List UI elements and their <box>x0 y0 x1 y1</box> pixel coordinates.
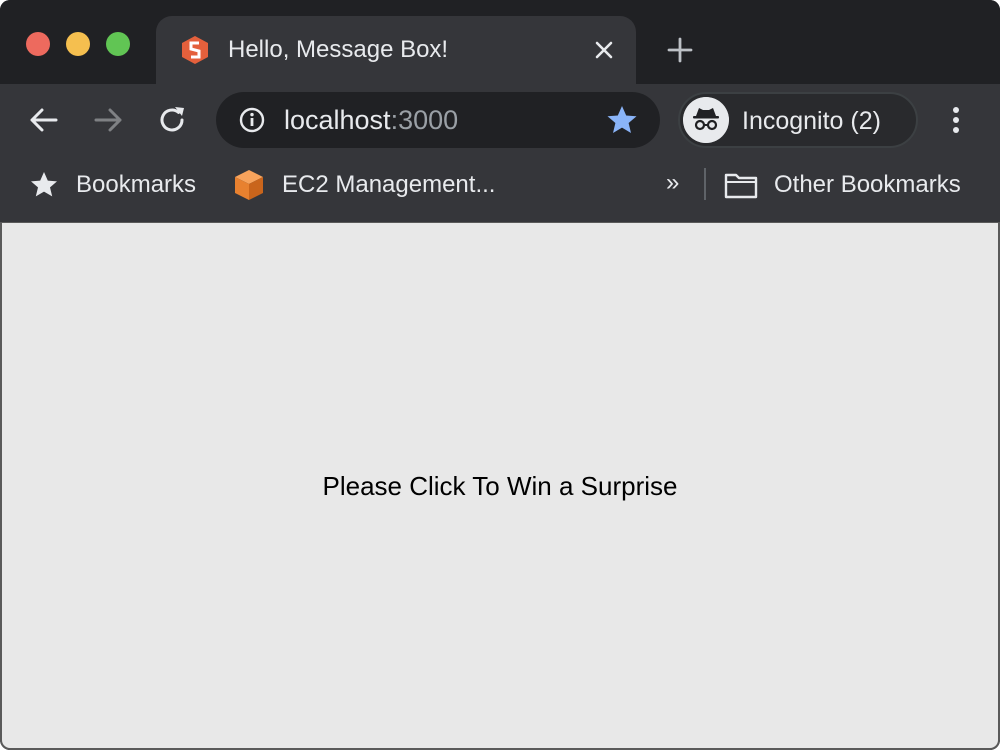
window-minimize-button[interactable] <box>66 32 90 56</box>
forward-arrow-icon[interactable] <box>90 102 126 138</box>
more-menu-icon[interactable] <box>944 102 968 138</box>
new-tab-icon[interactable] <box>666 36 694 64</box>
surprise-message[interactable]: Please Click To Win a Surprise <box>2 471 998 502</box>
close-tab-icon[interactable] <box>592 38 616 62</box>
reload-icon[interactable] <box>154 102 190 138</box>
star-icon <box>31 172 57 197</box>
browser-window: Hello, Message Box! localhost:3000 Incog… <box>0 0 1000 750</box>
tab-active[interactable]: Hello, Message Box! <box>156 16 636 84</box>
bookmark-star-icon[interactable] <box>606 104 638 136</box>
bookmarks-divider <box>704 168 706 200</box>
bookmark-item-ec2[interactable]: EC2 Management... <box>282 171 495 199</box>
incognito-icon <box>683 97 729 143</box>
info-icon[interactable] <box>238 106 266 134</box>
tab-strip: Hello, Message Box! <box>0 0 1000 84</box>
url-host: localhost <box>284 105 391 135</box>
tab-title: Hello, Message Box! <box>228 36 449 63</box>
url-text[interactable]: localhost:3000 <box>284 105 458 136</box>
aws-cube-icon <box>235 170 263 200</box>
toolbar: localhost:3000 Incognito (2) <box>0 84 1000 156</box>
bookmark-item-bookmarks[interactable]: Bookmarks <box>76 171 196 199</box>
url-port: :3000 <box>390 105 459 135</box>
folder-icon <box>724 173 758 199</box>
bookmark-item-other-bookmarks[interactable]: Other Bookmarks <box>774 171 961 199</box>
window-close-button[interactable] <box>26 32 50 56</box>
incognito-profile-button[interactable]: Incognito (2) <box>678 92 918 148</box>
incognito-label: Incognito (2) <box>742 107 881 135</box>
address-bar[interactable]: localhost:3000 <box>216 92 660 148</box>
bookmarks-overflow-chevron[interactable]: » <box>666 169 679 197</box>
framework-logo-icon <box>182 36 208 64</box>
page-viewport: Please Click To Win a Surprise <box>0 222 1000 750</box>
bookmarks-bar: Bookmarks EC2 Management... » Other Book… <box>0 156 1000 222</box>
window-maximize-button[interactable] <box>106 32 130 56</box>
back-arrow-icon[interactable] <box>26 102 62 138</box>
